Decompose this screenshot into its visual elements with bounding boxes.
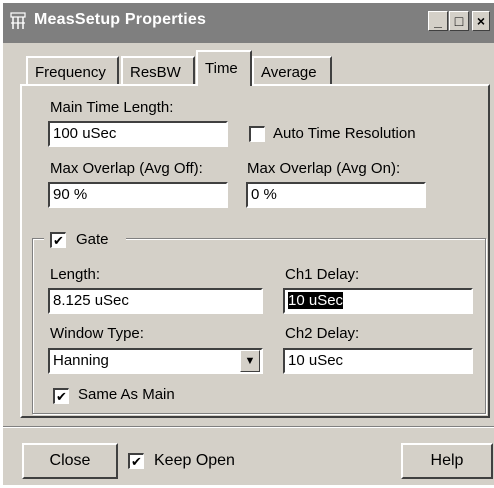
keep-open-checkbox[interactable]: ✔ — [128, 453, 144, 469]
tab-frequency[interactable]: Frequency — [26, 56, 119, 84]
max-overlap-avg-on-label: Max Overlap (Avg On): — [247, 160, 401, 177]
window-title: MeasSetup Properties — [34, 11, 207, 28]
checkmark-icon: ✔ — [56, 389, 67, 404]
ch2-delay-label: Ch2 Delay: — [285, 325, 360, 342]
triangle-down-icon: ▼ — [244, 355, 256, 367]
checkmark-icon: ✔ — [131, 454, 142, 469]
maximize-button[interactable]: □ — [449, 11, 469, 31]
auto-time-resolution-checkbox[interactable] — [249, 126, 265, 142]
gate-label[interactable]: Gate — [76, 231, 109, 248]
keep-open-label[interactable]: Keep Open — [154, 452, 235, 470]
tab-average[interactable]: Average — [252, 56, 332, 84]
help-button[interactable]: Help — [401, 443, 493, 479]
footer-separator — [3, 426, 494, 428]
app-network-grid-icon — [10, 12, 26, 30]
window-type-label: Window Type: — [50, 325, 144, 342]
ch1-delay-field[interactable]: 10 uSec — [283, 288, 473, 314]
max-overlap-avg-on-field[interactable]: 0 % — [246, 182, 426, 208]
same-as-main-checkbox[interactable]: ✔ — [53, 388, 69, 404]
same-as-main-label[interactable]: Same As Main — [78, 386, 175, 403]
ch1-delay-label: Ch1 Delay: — [285, 266, 360, 283]
gate-length-field[interactable]: 8.125 uSec — [48, 288, 263, 314]
minimize-button[interactable]: _ — [428, 11, 448, 31]
checkmark-icon: ✔ — [53, 233, 64, 248]
ch2-delay-field[interactable]: 10 uSec — [283, 348, 473, 374]
main-time-length-field[interactable]: 100 uSec — [48, 121, 228, 147]
gate-length-label: Length: — [50, 266, 101, 283]
window-type-select[interactable]: Hanning — [48, 348, 263, 374]
ch1-delay-selected-text: 10 uSec — [288, 292, 344, 309]
tab-time[interactable]: Time — [196, 50, 252, 86]
max-overlap-avg-off-field[interactable]: 90 % — [48, 182, 228, 208]
max-overlap-avg-off-label: Max Overlap (Avg Off): — [50, 160, 203, 177]
tab-resbw[interactable]: ResBW — [121, 56, 195, 84]
auto-time-resolution-label[interactable]: Auto Time Resolution — [273, 125, 416, 142]
main-time-length-label: Main Time Length: — [50, 99, 174, 116]
close-window-button[interactable]: × — [472, 11, 490, 31]
gate-checkbox[interactable]: ✔ — [50, 232, 66, 248]
close-button[interactable]: Close — [22, 443, 118, 479]
window-type-dropdown-button[interactable]: ▼ — [240, 350, 260, 372]
